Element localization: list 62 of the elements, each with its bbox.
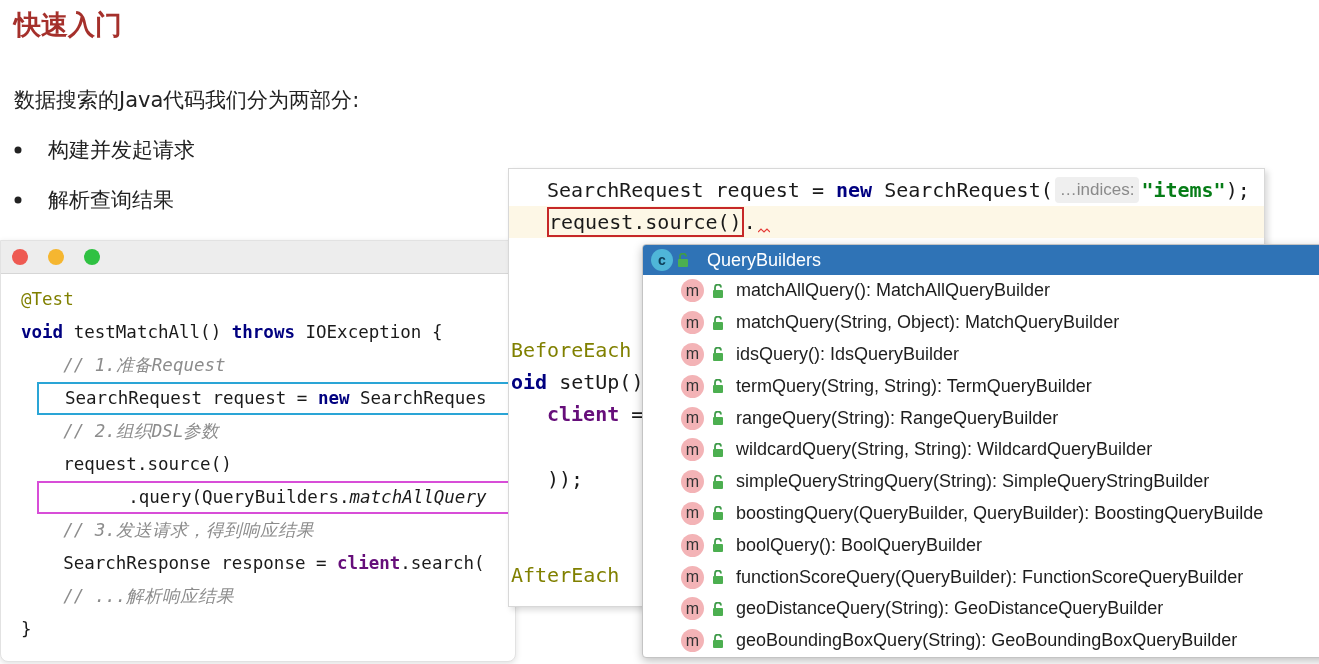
completion-item[interactable]: boolQuery(): BoolQueryBuilder bbox=[736, 534, 983, 556]
code-line: // 2.组织DSL参数 bbox=[62, 420, 221, 443]
method-badge: m bbox=[681, 501, 704, 525]
code-line: SearchResponse response = client.search( bbox=[62, 552, 486, 575]
code-line: void testMatchAll() throws IOException { bbox=[20, 321, 444, 344]
completion-item[interactable]: matchAllQuery(): MatchAllQueryBuilder bbox=[736, 280, 1051, 302]
lock-icon bbox=[677, 253, 689, 267]
code-line: // 1.准备Request bbox=[62, 354, 227, 377]
code-line: // ...解析响应结果 bbox=[62, 585, 236, 608]
lock-icon bbox=[712, 442, 724, 457]
lock-icon bbox=[712, 315, 724, 330]
slide-title: 快速入门 bbox=[14, 8, 123, 42]
close-icon bbox=[12, 249, 28, 265]
method-badge: m bbox=[681, 343, 704, 366]
code-line: AfterEach bbox=[510, 562, 620, 589]
completion-item[interactable]: idsQuery(): IdsQueryBuilder bbox=[736, 344, 960, 365]
code-line: )); bbox=[546, 466, 584, 493]
lock-icon bbox=[712, 633, 724, 648]
lock-icon bbox=[712, 601, 724, 616]
lock-icon bbox=[712, 506, 724, 521]
code-line: @Test bbox=[20, 288, 75, 311]
class-badge: c bbox=[651, 249, 673, 271]
completion-item[interactable]: geoDistanceQuery(String): GeoDistanceQueryBuilder bbox=[736, 598, 1164, 620]
bullet-icon bbox=[14, 146, 22, 154]
method-badge: m bbox=[681, 438, 704, 462]
completion-item[interactable]: simpleQueryStringQuery(String): SimpleQueryStringBuilder bbox=[736, 471, 1210, 493]
method-badge: m bbox=[681, 629, 704, 653]
method-badge: m bbox=[681, 565, 704, 589]
bullet-text: 构建并发起请求 bbox=[48, 137, 195, 164]
method-badge: m bbox=[681, 279, 704, 303]
code-line: BeforeEach bbox=[510, 337, 632, 364]
method-badge: m bbox=[681, 311, 704, 335]
completion-item[interactable]: wildcardQuery(String, String): WildcardQueryBuilder bbox=[736, 439, 1153, 461]
code-line: request.source() bbox=[62, 453, 233, 476]
maximize-icon bbox=[84, 249, 100, 265]
minimize-icon bbox=[48, 249, 64, 265]
lock-icon bbox=[712, 538, 724, 553]
code-line: } bbox=[20, 618, 33, 641]
bullet-icon bbox=[14, 196, 22, 204]
completion-item[interactable]: geoBoundingBoxQuery(String): GeoBoundingBoxQueryBuilder bbox=[736, 630, 1238, 652]
lock-icon bbox=[712, 379, 724, 394]
code-line: // 3.发送请求，得到响应结果 bbox=[62, 519, 315, 542]
completion-item[interactable]: boostingQuery(QueryBuilder, QueryBuilder): BoostingQueryBuilde bbox=[736, 502, 1264, 524]
popup-title: QueryBuilders bbox=[707, 249, 822, 271]
code-line: SearchRequest request = new SearchRequest( …indices: "items"); bbox=[546, 176, 1251, 205]
method-badge: m bbox=[681, 406, 704, 430]
lock-icon bbox=[712, 474, 724, 489]
bullet-text: 解析查询结果 bbox=[48, 187, 174, 214]
method-badge: m bbox=[681, 374, 704, 398]
method-badge: m bbox=[681, 470, 704, 494]
code-line: client = bbox=[546, 401, 644, 428]
method-badge: m bbox=[681, 533, 704, 557]
intro-text: 数据搜索的Java代码我们分为两部分: bbox=[14, 87, 361, 114]
lock-icon bbox=[712, 411, 724, 426]
completion-item[interactable]: functionScoreQuery(QueryBuilder): FunctionScoreQueryBuilder bbox=[736, 566, 1244, 588]
lock-icon bbox=[712, 347, 724, 362]
completion-item[interactable]: termQuery(String, String): TermQueryBuilder bbox=[736, 375, 1092, 397]
method-badge: m bbox=[681, 597, 704, 621]
completion-item[interactable]: matchQuery(String, Object): MatchQueryBuilder bbox=[736, 312, 1120, 334]
completion-item[interactable]: rangeQuery(String): RangeQueryBuilder bbox=[736, 407, 1059, 429]
lock-icon bbox=[712, 283, 724, 298]
lock-icon bbox=[712, 570, 724, 585]
